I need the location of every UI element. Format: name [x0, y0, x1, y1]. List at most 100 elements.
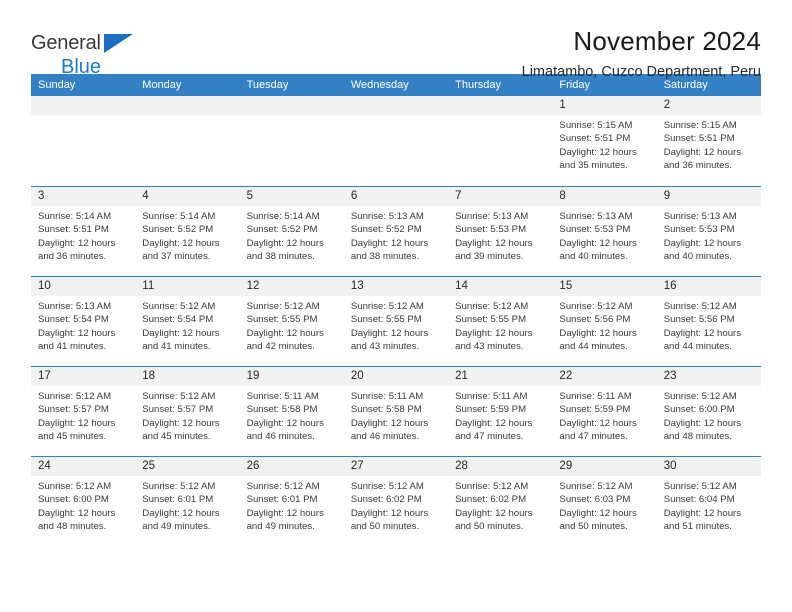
day-cell-6[interactable]: 6 Sunrise: 5:13 AM Sunset: 5:52 PM Daylight…: [343, 187, 449, 276]
day-detail-line: Sunrise: 5:13 AM: [38, 301, 112, 312]
day-detail-line: Sunset: 5:54 PM: [38, 314, 109, 326]
day-cell-empty: [31, 96, 136, 186]
day-detail-line: Sunset: 5:58 PM: [350, 404, 422, 416]
day-cell-5[interactable]: 5 Sunrise: 5:14 AM Sunset: 5:52 PM Daylight…: [239, 187, 344, 276]
day-detail-line: and 46 minutes.: [246, 431, 315, 443]
day-number: 30: [656, 457, 761, 476]
day-detail-line: Daylight: 12 hours: [38, 237, 116, 249]
weekday-header-row: Sunday Monday Tuesday Wednesday Thursday Frid…: [31, 74, 761, 96]
page-header: General Blue November 2024 Limatambo, Cu…: [31, 0, 761, 79]
day-detail-line: Sunset: 6:00 PM: [663, 404, 735, 416]
day-cell-empty: [343, 96, 449, 186]
day-detail-line: Sunset: 5:59 PM: [455, 404, 527, 416]
day-cell-8[interactable]: 8 Sunrise: 5:13 AM Sunset: 5:53 PM Daylight…: [552, 187, 657, 276]
day-cell-13[interactable]: 13 Sunrise: 5:12 AM Sunset: 5:55 PM Dayligh…: [343, 277, 449, 366]
day-details: Sunrise: 5:15 AM Sunset: 5:51 PM Daylight:…: [664, 115, 754, 173]
day-detail-line: Daylight: 12 hours: [663, 146, 742, 158]
day-cell-18[interactable]: 18 Sunrise: 5:12 AM Sunset: 5:57 PM Dayligh…: [135, 367, 240, 456]
day-detail-line: and 36 minutes.: [663, 160, 732, 172]
day-details: Sunrise: 5:12 AM Sunset: 6:01 PM Daylight:…: [247, 476, 337, 534]
day-details: Sunrise: 5:13 AM Sunset: 5:53 PM Daylight:…: [455, 206, 545, 264]
day-detail-line: Sunset: 5:57 PM: [38, 404, 109, 416]
day-detail-line: Sunset: 5:57 PM: [142, 404, 214, 416]
day-cell-empty: [448, 96, 553, 186]
day-detail-line: Sunrise: 5:12 AM: [663, 481, 737, 492]
day-detail-line: Daylight: 12 hours: [663, 507, 742, 519]
day-number: 5: [239, 187, 344, 206]
day-details: Sunrise: 5:13 AM Sunset: 5:54 PM Daylight:…: [38, 296, 128, 354]
day-detail-line: and 38 minutes.: [350, 251, 420, 263]
day-cell-22[interactable]: 22 Sunrise: 5:11 AM Sunset: 5:59 PM Dayligh…: [552, 367, 657, 456]
day-cell-10[interactable]: 10 Sunrise: 5:13 AM Sunset: 5:54 PM Dayligh…: [31, 277, 136, 366]
day-detail-line: Sunset: 5:56 PM: [559, 314, 631, 326]
day-detail-line: Daylight: 12 hours: [350, 237, 429, 249]
day-number: 13: [343, 277, 449, 296]
day-number: 7: [448, 187, 553, 206]
day-detail-line: Sunrise: 5:13 AM: [559, 211, 633, 222]
day-cell-14[interactable]: 14 Sunrise: 5:12 AM Sunset: 5:55 PM Dayligh…: [448, 277, 553, 366]
day-cell-7[interactable]: 7 Sunrise: 5:13 AM Sunset: 5:53 PM Daylight…: [448, 187, 553, 276]
day-detail-line: Sunrise: 5:13 AM: [455, 211, 529, 222]
day-number: 23: [656, 367, 761, 386]
day-number: 6: [343, 187, 449, 206]
day-detail-line: and 46 minutes.: [350, 431, 420, 443]
day-number: [239, 96, 344, 115]
day-cell-16[interactable]: 16 Sunrise: 5:12 AM Sunset: 5:56 PM Dayligh…: [656, 277, 761, 366]
day-details: Sunrise: 5:12 AM Sunset: 6:00 PM Daylight:…: [664, 386, 754, 444]
day-detail-line: Sunset: 6:02 PM: [455, 494, 527, 506]
day-detail-line: and 47 minutes.: [559, 431, 628, 443]
day-number: 2: [656, 96, 761, 115]
day-cell-15[interactable]: 15 Sunrise: 5:12 AM Sunset: 5:56 PM Dayligh…: [552, 277, 657, 366]
day-detail-line: Sunset: 5:55 PM: [455, 314, 527, 326]
day-cell-29[interactable]: 29 Sunrise: 5:12 AM Sunset: 6:03 PM Dayligh…: [552, 457, 657, 546]
day-detail-line: Sunset: 6:03 PM: [559, 494, 631, 506]
day-cell-26[interactable]: 26 Sunrise: 5:12 AM Sunset: 6:01 PM Dayligh…: [239, 457, 344, 546]
day-cell-19[interactable]: 19 Sunrise: 5:11 AM Sunset: 5:58 PM Dayligh…: [239, 367, 344, 456]
day-cell-1[interactable]: 1 Sunrise: 5:15 AM Sunset: 5:51 PM Daylight…: [552, 96, 657, 186]
day-cell-27[interactable]: 27 Sunrise: 5:12 AM Sunset: 6:02 PM Dayligh…: [343, 457, 449, 546]
weekday-header-thursday: Thursday: [455, 79, 501, 91]
day-cell-11[interactable]: 11 Sunrise: 5:12 AM Sunset: 5:54 PM Dayligh…: [135, 277, 240, 366]
day-detail-line: Sunset: 6:04 PM: [663, 494, 735, 506]
day-detail-line: Sunrise: 5:13 AM: [350, 211, 424, 222]
day-cell-12[interactable]: 12 Sunrise: 5:12 AM Sunset: 5:55 PM Dayligh…: [239, 277, 344, 366]
day-detail-line: and 44 minutes.: [559, 341, 628, 353]
day-cell-30[interactable]: 30 Sunrise: 5:12 AM Sunset: 6:04 PM Dayligh…: [656, 457, 761, 546]
calendar-week-row: 10 Sunrise: 5:13 AM Sunset: 5:54 PM Dayligh…: [31, 276, 761, 366]
day-cell-20[interactable]: 20 Sunrise: 5:11 AM Sunset: 5:58 PM Dayligh…: [343, 367, 449, 456]
day-detail-line: and 40 minutes.: [559, 251, 628, 263]
day-detail-line: and 43 minutes.: [455, 341, 524, 353]
day-number: 29: [552, 457, 657, 476]
day-number: 18: [135, 367, 240, 386]
day-cell-17[interactable]: 17 Sunrise: 5:12 AM Sunset: 5:57 PM Dayligh…: [31, 367, 136, 456]
day-cell-24[interactable]: 24 Sunrise: 5:12 AM Sunset: 6:00 PM Dayligh…: [31, 457, 136, 546]
day-number: 17: [31, 367, 136, 386]
day-number: [343, 96, 449, 115]
weekday-header-tuesday: Tuesday: [246, 79, 289, 91]
day-details: Sunrise: 5:14 AM Sunset: 5:51 PM Daylight:…: [38, 206, 128, 264]
day-detail-line: Sunset: 5:51 PM: [559, 133, 631, 145]
day-cell-3[interactable]: 3 Sunrise: 5:14 AM Sunset: 5:51 PM Daylight…: [31, 187, 136, 276]
day-detail-line: Sunset: 5:52 PM: [246, 224, 318, 236]
day-details: Sunrise: 5:12 AM Sunset: 6:03 PM Daylight:…: [559, 476, 649, 534]
calendar-week-row: 3 Sunrise: 5:14 AM Sunset: 5:51 PM Daylight…: [31, 186, 761, 276]
day-detail-line: Daylight: 12 hours: [246, 327, 324, 339]
general-blue-logo[interactable]: General Blue: [31, 28, 151, 77]
day-detail-line: Sunrise: 5:12 AM: [246, 301, 320, 312]
day-detail-line: Sunset: 5:54 PM: [142, 314, 214, 326]
day-cell-21[interactable]: 21 Sunrise: 5:11 AM Sunset: 5:59 PM Dayligh…: [448, 367, 553, 456]
day-number: 19: [239, 367, 344, 386]
day-cell-2[interactable]: 2 Sunrise: 5:15 AM Sunset: 5:51 PM Daylight…: [656, 96, 761, 186]
day-cell-23[interactable]: 23 Sunrise: 5:12 AM Sunset: 6:00 PM Dayligh…: [656, 367, 761, 456]
day-detail-line: Daylight: 12 hours: [142, 417, 220, 429]
day-detail-line: Sunset: 6:01 PM: [246, 494, 318, 506]
day-detail-line: and 38 minutes.: [246, 251, 315, 263]
day-cell-9[interactable]: 9 Sunrise: 5:13 AM Sunset: 5:53 PM Daylight…: [656, 187, 761, 276]
day-number: 26: [239, 457, 344, 476]
calendar-page: General Blue November 2024 Limatambo, Cu…: [0, 0, 792, 612]
day-cell-28[interactable]: 28 Sunrise: 5:12 AM Sunset: 6:02 PM Dayligh…: [448, 457, 553, 546]
day-cell-4[interactable]: 4 Sunrise: 5:14 AM Sunset: 5:52 PM Daylight…: [135, 187, 240, 276]
day-cell-25[interactable]: 25 Sunrise: 5:12 AM Sunset: 6:01 PM Dayligh…: [135, 457, 240, 546]
day-detail-line: Daylight: 12 hours: [142, 507, 220, 519]
day-detail-line: Sunrise: 5:12 AM: [663, 301, 737, 312]
